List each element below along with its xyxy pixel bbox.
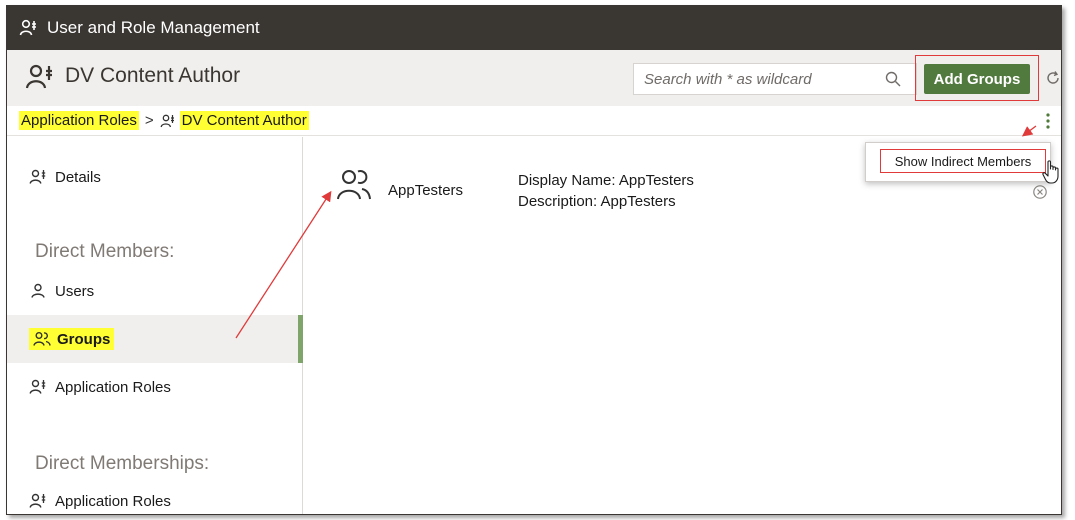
breadcrumb-current: DV Content Author [179,111,309,130]
group-icon [337,170,371,200]
sidebar-item-membership-application-roles[interactable]: Application Roles [7,477,303,514]
description-row: Description: AppTesters [518,193,676,210]
group-name: AppTesters [388,182,464,199]
members-list: AppTesters Display Name: AppTesters Desc… [304,137,1061,514]
breadcrumb: Application Roles > DV Content Author [7,106,1061,136]
add-groups-button[interactable]: Add Groups [924,64,1030,94]
sidebar: Details Direct Members: Users Groups App… [7,137,303,514]
search-icon[interactable] [884,70,902,88]
sidebar-item-details[interactable]: Details [7,153,303,201]
page-header: DV Content Author Add Groups [7,50,1061,106]
app-role-icon [25,64,52,89]
app-role-icon [160,114,174,127]
sidebar-item-label: Application Roles [55,492,171,510]
refresh-icon[interactable] [1045,70,1061,86]
page-title: DV Content Author [65,64,241,87]
remove-icon[interactable] [1032,184,1048,200]
user-icon [31,283,45,298]
groups-highlight: Groups [29,328,115,350]
title-bar: User and Role Management [7,6,1061,50]
breadcrumb-separator: > [144,112,154,129]
display-name-label: Display Name: [518,172,616,189]
description-label: Description: [518,193,598,210]
sidebar-item-label: Groups [57,330,111,348]
app-window: User and Role Management DV Content Auth… [6,5,1062,515]
sidebar-item-label: Users [55,282,95,300]
more-options-menu: Show Indirect Members [865,142,1051,182]
search-input[interactable] [634,65,880,93]
sidebar-item-label: Details [55,168,101,186]
breadcrumb-root-link[interactable]: Application Roles [19,111,139,130]
app-role-icon [29,379,46,394]
group-icon [33,332,51,346]
window-title: User and Role Management [47,18,260,37]
sidebar-item-application-roles[interactable]: Application Roles [7,363,303,411]
sidebar-item-groups[interactable]: Groups [7,315,303,363]
add-groups-highlight-box: Add Groups [915,55,1039,101]
sidebar-item-users[interactable]: Users [7,267,303,315]
direct-memberships-heading: Direct Memberships: [35,453,210,474]
sidebar-item-label: Application Roles [55,378,171,396]
app-role-icon [29,169,46,184]
show-indirect-members-menu-item[interactable]: Show Indirect Members [880,149,1046,173]
description-value: AppTesters [600,193,676,210]
app-role-icon [19,19,36,36]
display-name-value: AppTesters [618,172,694,189]
hand-cursor-icon [1042,160,1059,184]
more-options-icon[interactable] [1043,112,1053,130]
search-box [633,63,917,95]
direct-members-heading: Direct Members: [35,241,175,262]
app-role-icon [29,493,46,508]
display-name-row: Display Name: AppTesters [518,172,694,189]
